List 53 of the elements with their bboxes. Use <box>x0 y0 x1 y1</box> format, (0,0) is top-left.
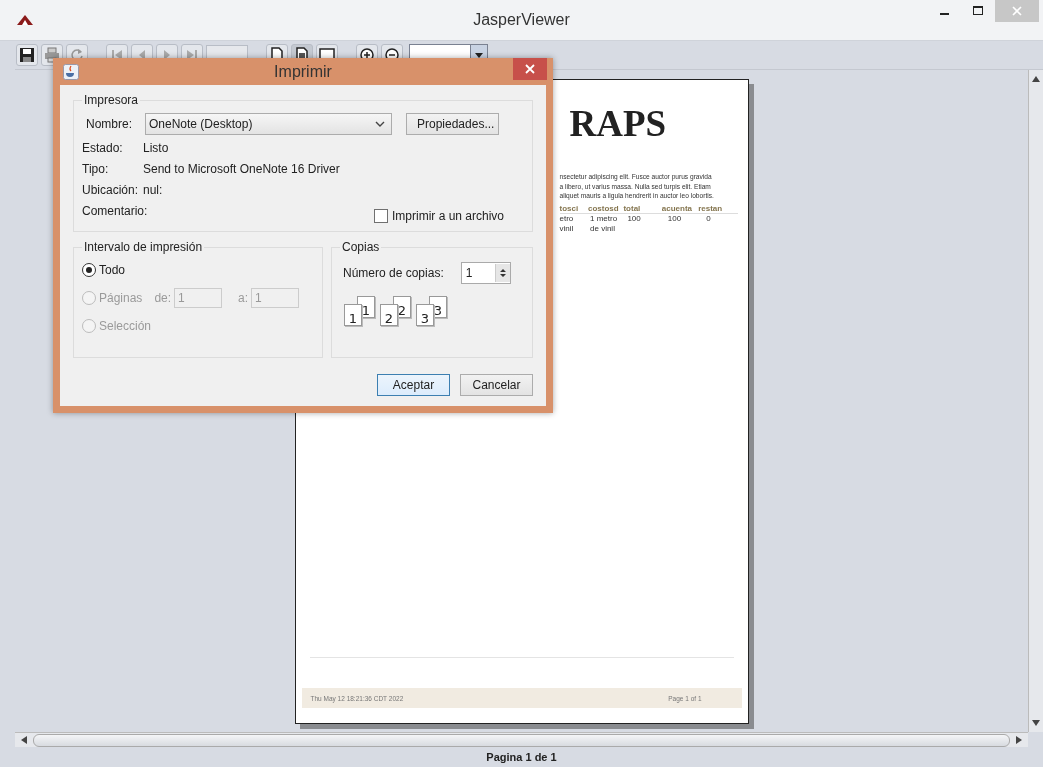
save-icon[interactable] <box>16 44 38 66</box>
copies-spinner[interactable]: 1 <box>460 262 511 284</box>
window-title: JasperViewer <box>473 11 570 29</box>
left-arrow-icon[interactable] <box>21 736 27 744</box>
field-label: Número de copias: <box>343 266 444 280</box>
up-arrow-icon[interactable] <box>1032 76 1040 82</box>
column-header: costosd <box>588 203 620 213</box>
down-arrow-icon[interactable] <box>1032 720 1040 726</box>
field-value: Send to Microsoft OneNote 16 Driver <box>143 162 341 176</box>
close-icon <box>1012 6 1022 16</box>
vertical-scrollbar[interactable] <box>1028 70 1043 732</box>
dialog-button[interactable]: Aceptar <box>377 374 450 396</box>
column-header: total <box>623 203 642 213</box>
status-text: Pagina 1 de 1 <box>486 751 557 763</box>
field-label: de: <box>154 291 172 305</box>
table-cell-text: etro vinil <box>559 213 575 234</box>
column-header: restan <box>698 203 724 213</box>
field-label: Tipo: <box>82 162 110 176</box>
field-label: Estado: <box>82 141 124 155</box>
table-cell-text: 0 <box>706 213 712 225</box>
dialog-title: Imprimir <box>274 63 332 81</box>
maximize-icon <box>973 6 983 16</box>
field-label: Nombre: <box>85 117 133 131</box>
chevron-icon <box>375 121 385 127</box>
field-label: Ubicación: <box>82 183 140 197</box>
table-cell-text: 1 metro de vinil <box>590 213 619 234</box>
radio-label: Todo <box>99 263 126 277</box>
close-icon <box>525 64 535 74</box>
checkbox-label: Imprimir a un archivo <box>391 209 504 223</box>
group-label: Intervalo de impresión <box>83 240 204 254</box>
properties-button[interactable]: Propiedades... <box>406 113 499 135</box>
dialog-button[interactable]: Cancelar <box>460 374 533 396</box>
field-value: nul: <box>143 183 164 197</box>
table-cell-text: 100 <box>667 213 683 225</box>
report-title: RAPS <box>569 104 668 144</box>
close-button[interactable] <box>513 58 547 80</box>
column-header: tosci <box>559 203 580 213</box>
radio-button[interactable] <box>82 263 96 277</box>
radio-label: Páginas <box>99 291 143 305</box>
table-cell-text: 100 <box>627 213 642 225</box>
cup-icon <box>63 63 79 80</box>
group-label: Copias <box>341 240 381 254</box>
printer-dropdown[interactable]: OneNote (Desktop) <box>145 113 392 135</box>
field-label: a: <box>238 291 249 305</box>
horizontal-scrollbar[interactable] <box>15 732 1028 747</box>
group-label: Impresora <box>83 93 140 107</box>
logo-icon <box>17 15 33 25</box>
column-header: acuenta <box>661 203 693 213</box>
right-arrow-icon[interactable] <box>1016 736 1022 744</box>
minimize-icon <box>939 13 949 15</box>
field-value: Listo <box>143 141 170 155</box>
checkbox[interactable] <box>373 209 388 223</box>
radio-label: Selección <box>99 319 152 333</box>
